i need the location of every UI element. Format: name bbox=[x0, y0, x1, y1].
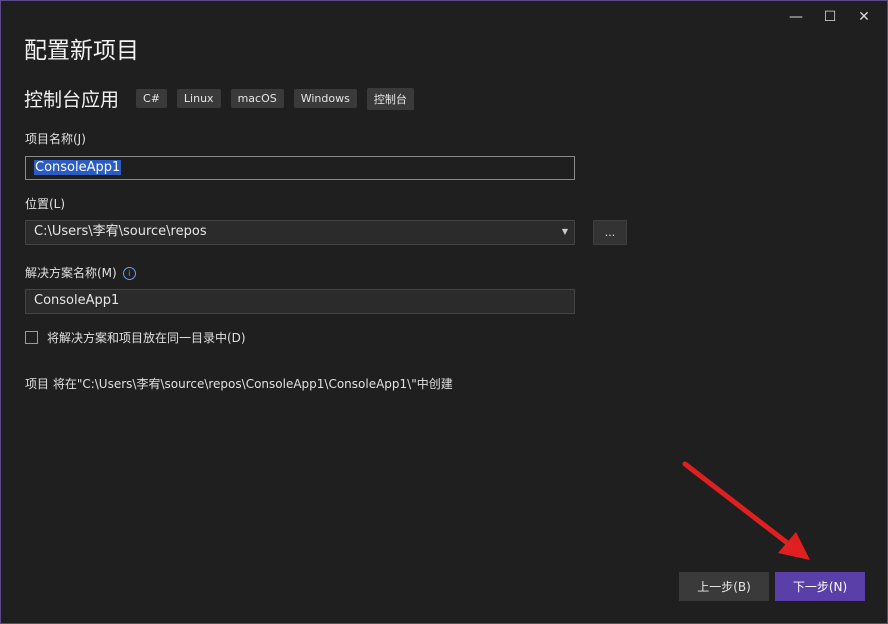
minimize-button[interactable]: — bbox=[779, 5, 813, 29]
same-directory-option[interactable]: 将解决方案和项目放在同一目录中(D) bbox=[25, 329, 246, 346]
dialog-window: — ☐ ✕ 配置新项目 控制台应用 C# Linux macOS Windows… bbox=[0, 0, 888, 624]
window-controls: — ☐ ✕ bbox=[779, 5, 881, 29]
back-button[interactable]: 上一步(B) bbox=[679, 572, 769, 601]
location-dropdown[interactable]: C:\Users\李宥\source\repos ▼ bbox=[25, 220, 575, 245]
tag-macos: macOS bbox=[230, 89, 284, 108]
template-header: 控制台应用 C# Linux macOS Windows 控制台 bbox=[24, 85, 424, 112]
project-name-label: 项目名称(J) bbox=[25, 132, 86, 146]
tag-linux: Linux bbox=[176, 89, 221, 108]
same-directory-label: 将解决方案和项目放在同一目录中(D) bbox=[47, 331, 246, 345]
creation-path-summary: 项目 将在"C:\Users\李宥\source\repos\ConsoleAp… bbox=[25, 377, 453, 391]
location-value: C:\Users\李宥\source\repos bbox=[34, 224, 207, 239]
same-directory-checkbox[interactable] bbox=[25, 331, 38, 344]
template-name: 控制台应用 bbox=[24, 89, 120, 111]
solution-name-input[interactable]: ConsoleApp1 bbox=[25, 289, 575, 314]
tag-console: 控制台 bbox=[366, 87, 414, 110]
location-label: 位置(L) bbox=[25, 197, 66, 211]
tag-windows: Windows bbox=[293, 89, 357, 108]
tag-csharp: C# bbox=[136, 89, 167, 108]
chevron-down-icon: ▼ bbox=[561, 227, 568, 236]
browse-button[interactable]: ... bbox=[593, 220, 627, 245]
solution-name-label-row: 解决方案名称(M) i bbox=[25, 264, 136, 281]
next-button[interactable]: 下一步(N) bbox=[775, 572, 865, 601]
solution-name-label: 解决方案名称(M) bbox=[25, 266, 117, 280]
page-title: 配置新项目 bbox=[24, 38, 139, 64]
project-name-input[interactable]: ConsoleApp1 bbox=[25, 156, 575, 180]
maximize-button[interactable]: ☐ bbox=[813, 5, 847, 29]
info-icon[interactable]: i bbox=[122, 267, 136, 280]
solution-name-value: ConsoleApp1 bbox=[34, 293, 120, 308]
close-button[interactable]: ✕ bbox=[847, 5, 881, 29]
project-name-value: ConsoleApp1 bbox=[34, 160, 122, 175]
